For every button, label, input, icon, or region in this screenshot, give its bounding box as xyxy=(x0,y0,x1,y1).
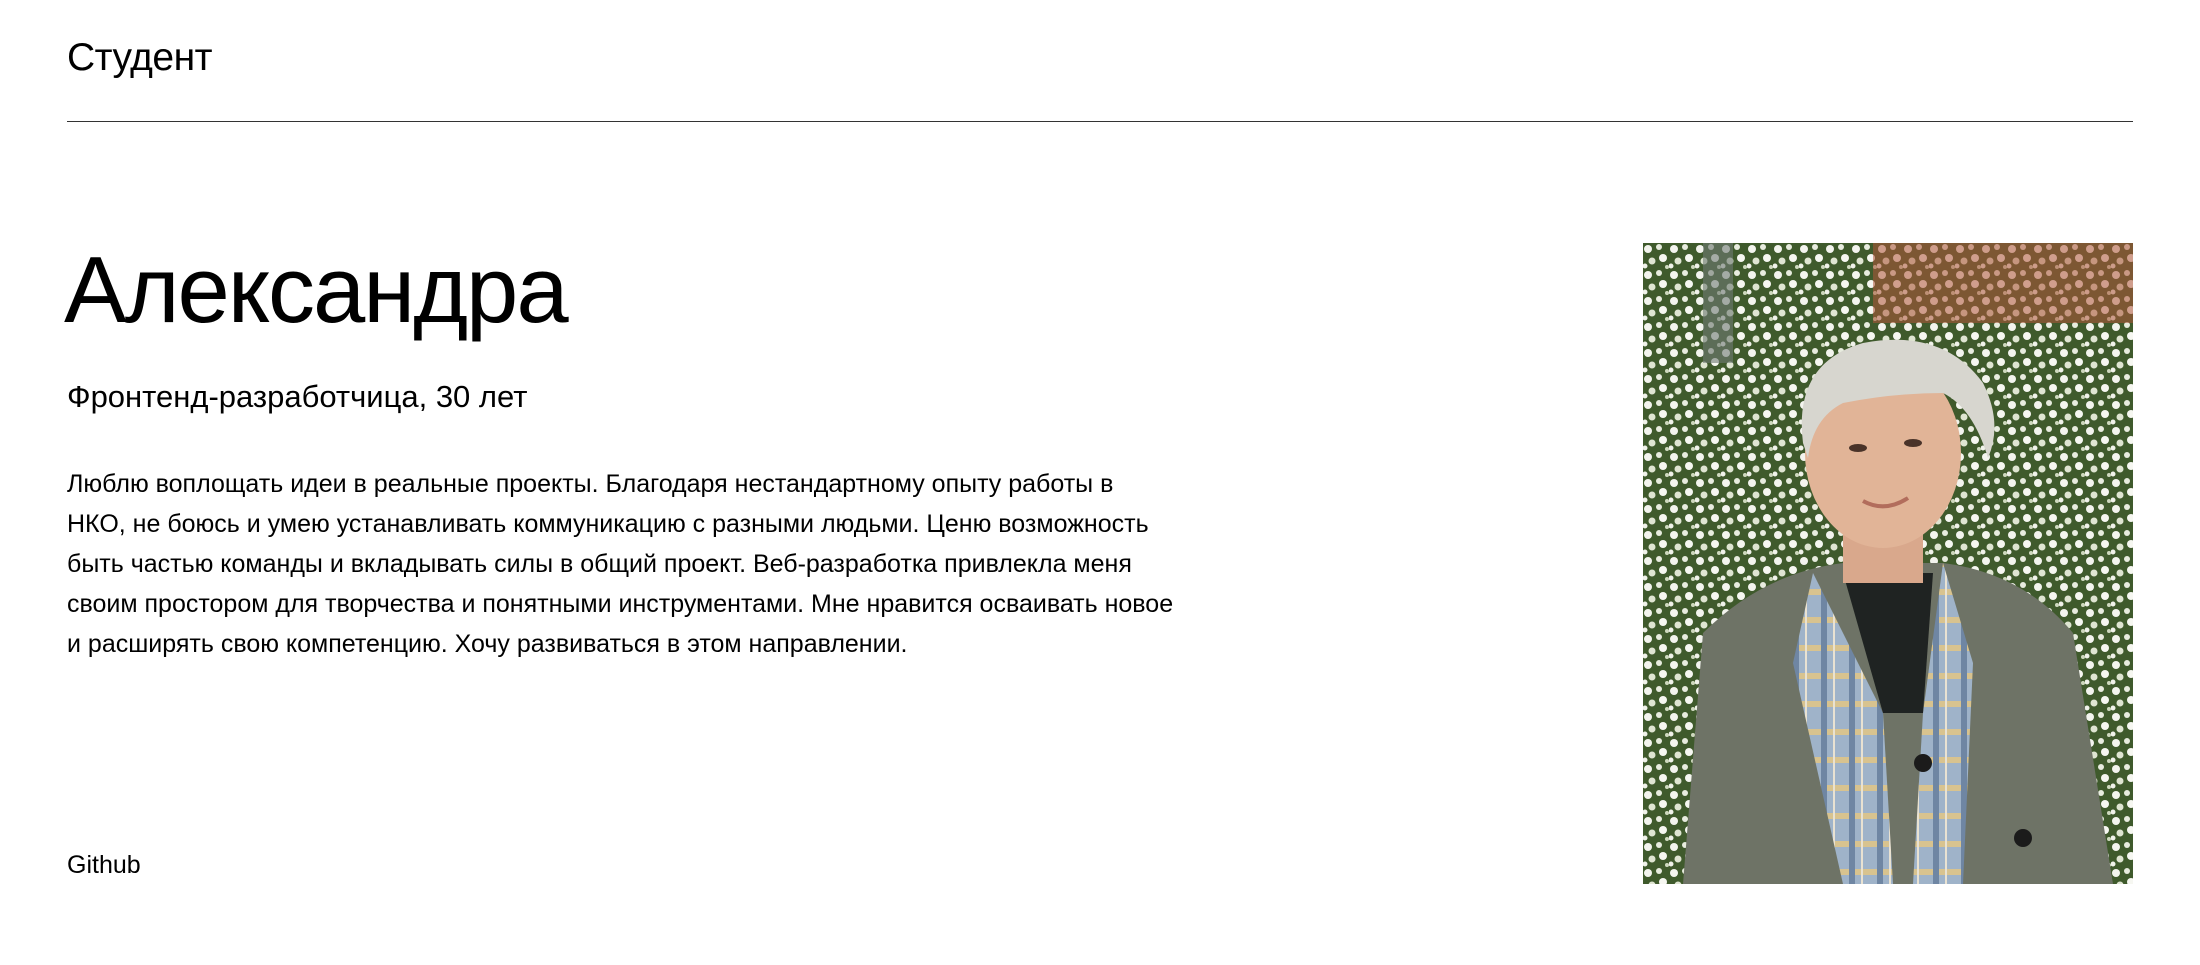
header-divider xyxy=(67,121,2133,122)
student-name: Александра xyxy=(64,237,569,342)
portrait-image xyxy=(1643,243,2133,884)
student-photo xyxy=(1643,243,2133,884)
student-about: Люблю воплощать идеи в реальные проекты.… xyxy=(67,470,1174,658)
student-subtitle: Фронтенд-разработчица, 30 лет xyxy=(67,379,528,414)
student-page: Студент Александра Фронтенд-разработчица… xyxy=(0,0,2200,965)
github-link[interactable]: Github xyxy=(67,851,141,880)
section-title: Студент xyxy=(67,36,213,79)
